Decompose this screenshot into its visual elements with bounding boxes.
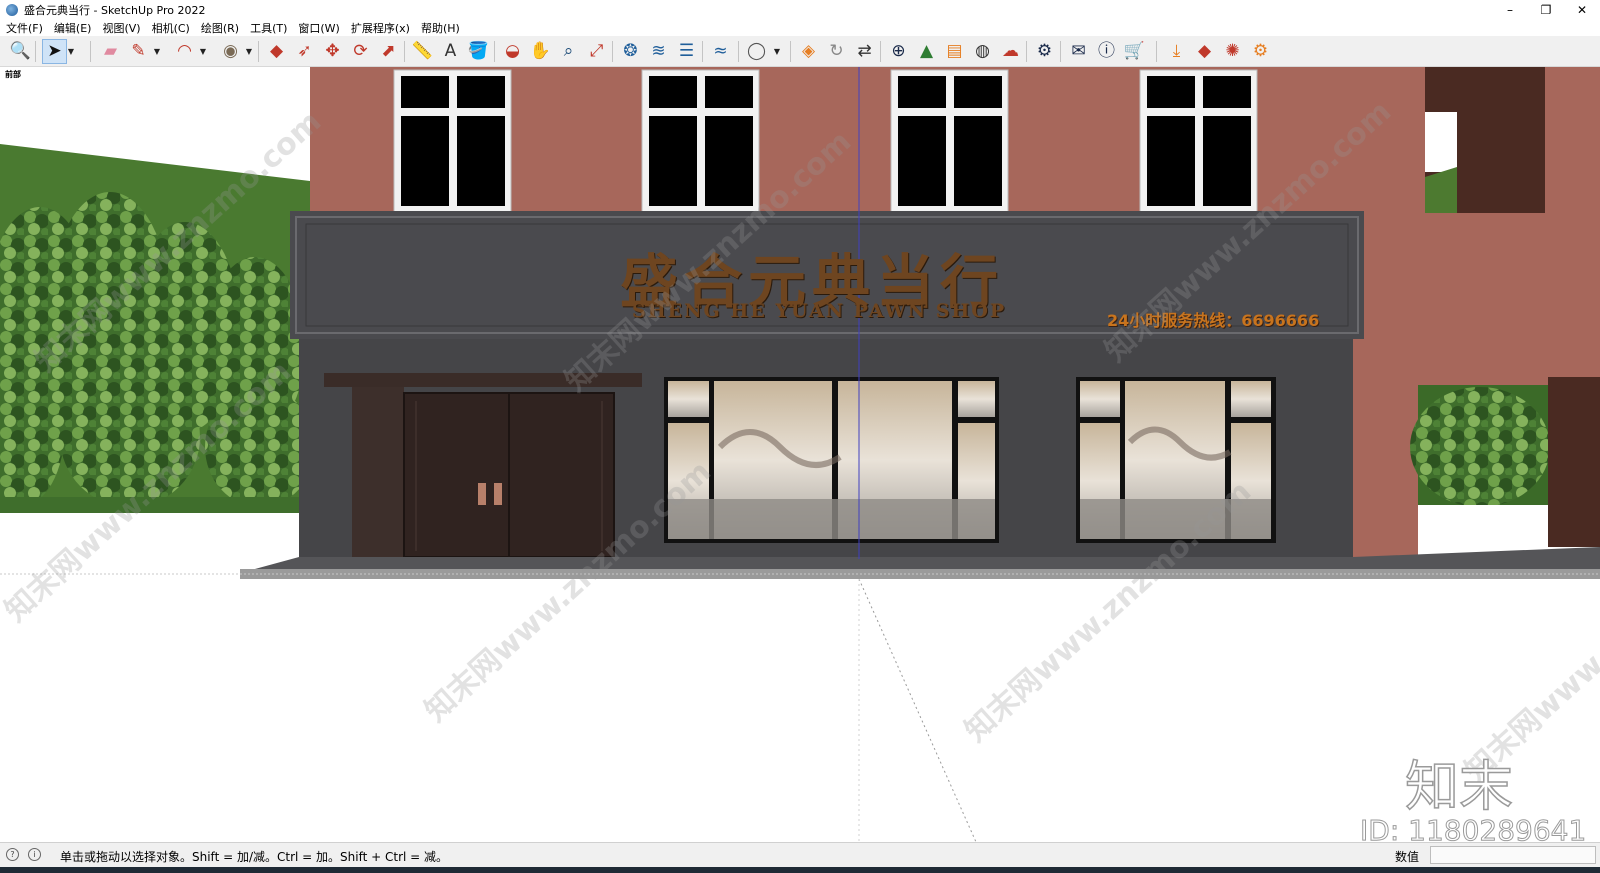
toolbar-separator (494, 41, 495, 62)
select-icon[interactable]: ➤ (42, 39, 67, 64)
sketchup-app-icon (6, 3, 18, 16)
eraser-icon[interactable]: ▰ (98, 39, 123, 64)
info-icon[interactable]: ⓘ (1094, 39, 1119, 64)
menu-camera[interactable]: 相机(C) (152, 20, 190, 36)
toolbar-separator (612, 41, 613, 62)
close-button[interactable]: ✕ (1564, 0, 1600, 19)
display-window-left (664, 377, 999, 543)
menu-file[interactable]: 文件(F) (6, 20, 43, 36)
menu-extensions[interactable]: 扩展程序(x) (351, 20, 410, 36)
pencil-icon[interactable]: ✎ (126, 39, 151, 64)
entrance-door (324, 373, 642, 558)
measurements-input[interactable] (1430, 846, 1596, 864)
menu-tools[interactable]: 工具(T) (250, 20, 287, 36)
restore-button[interactable]: ❐ (1528, 0, 1564, 19)
toolbar-separator (738, 41, 739, 62)
scene-tab-label[interactable]: 前部 (5, 69, 21, 80)
download-icon[interactable]: ⤓ (1164, 39, 1189, 64)
toolbar-separator (258, 41, 259, 62)
toolbar-separator (1156, 41, 1157, 62)
chevron-down-icon[interactable]: ▼ (244, 39, 254, 64)
window-controls: – ❐ ✕ (1492, 0, 1600, 19)
zoom-extents-icon[interactable]: ⤢ (584, 39, 609, 64)
rotate-icon[interactable]: ⟳ (348, 39, 373, 64)
gear-icon[interactable]: ⚙ (1032, 39, 1057, 64)
toolbar-separator (35, 41, 36, 62)
model-viewport[interactable]: 盛合元典当行 SHENG HE YUAN PAWN SHOP 24小时服务热线：… (0, 67, 1600, 842)
extension-warehouse-icon[interactable]: ◈ (796, 39, 821, 64)
checker-icon[interactable]: ◍ (970, 39, 995, 64)
minimize-button[interactable]: – (1492, 0, 1528, 19)
push-pull-icon[interactable]: ◆ (264, 39, 289, 64)
znzmo-logo: 知末 (1404, 754, 1514, 819)
display-window-right (1076, 377, 1276, 543)
tape-measure-icon[interactable]: 📏 (410, 39, 435, 64)
bookshelf-icon[interactable]: ▤ (942, 39, 967, 64)
status-bar: ? i 单击或拖动以选择对象。Shift = 加/减。Ctrl = 加。Shif… (0, 842, 1600, 867)
pan-icon[interactable]: ✋ (528, 39, 553, 64)
user-icon[interactable]: ◯ (744, 39, 769, 64)
title-bar: 盛合元典当行 - SketchUp Pro 2022 – ❐ ✕ (0, 0, 1600, 19)
menu-view[interactable]: 视图(V) (102, 20, 140, 36)
paint-bucket-icon[interactable]: 🪣 (466, 39, 491, 64)
chevron-down-icon[interactable]: ▼ (198, 39, 208, 64)
toolbar-separator (702, 41, 703, 62)
toolbar-separator (1060, 41, 1061, 62)
cart-icon[interactable]: 🛒 (1122, 39, 1147, 64)
follow-me-icon[interactable]: ➶ (292, 39, 317, 64)
zoom-window-icon[interactable]: 🔍 (8, 39, 33, 64)
scale-icon[interactable]: ⬈ (376, 39, 401, 64)
window-title: 盛合元典当行 - SketchUp Pro 2022 (24, 3, 206, 17)
chevron-down-icon[interactable]: ▼ (152, 39, 162, 64)
refresh-icon[interactable]: ↻ (824, 39, 849, 64)
menu-help[interactable]: 帮助(H) (421, 20, 460, 36)
menu-edit[interactable]: 编辑(E) (54, 20, 92, 36)
toolbar-separator (404, 41, 405, 62)
geo-location-icon[interactable]: ? (6, 848, 19, 861)
taskbar-strip (0, 867, 1600, 873)
sign-english-text: SHENG HE YUAN PAWN SHOP (632, 300, 1007, 322)
zoom-icon[interactable]: ⌕ (556, 39, 581, 64)
add-icon[interactable]: ⊕ (886, 39, 911, 64)
move-icon[interactable]: ✥ (320, 39, 345, 64)
sandbox-icon[interactable]: ≈ (708, 39, 733, 64)
toolbar-separator (1026, 41, 1027, 62)
menu-bar: 文件(F) 编辑(E) 视图(V) 相机(C) 绘图(R) 工具(T) 窗口(W… (0, 19, 1600, 36)
status-hint: 单击或拖动以选择对象。Shift = 加/减。Ctrl = 加。Shift + … (60, 850, 449, 864)
menu-window[interactable]: 窗口(W) (298, 20, 339, 36)
toolbar-separator (90, 41, 91, 62)
mail-icon[interactable]: ✉ (1066, 39, 1091, 64)
gear-orange-icon[interactable]: ⚙ (1248, 39, 1273, 64)
hotline-text: 24小时服务热线：6696666 (1107, 311, 1320, 330)
flame-icon[interactable]: ✺ (1220, 39, 1245, 64)
chevron-down-icon[interactable]: ▼ (772, 39, 782, 64)
layers-icon[interactable]: ≋ (646, 39, 671, 64)
arc-icon[interactable]: ◠ (172, 39, 197, 64)
toolbar-separator (790, 41, 791, 62)
chevron-down-icon[interactable]: ▼ (66, 39, 76, 64)
component-icon[interactable]: ❂ (618, 39, 643, 64)
menu-draw[interactable]: 绘图(R) (201, 20, 239, 36)
text-icon[interactable]: A (438, 39, 463, 64)
green-axis (858, 578, 977, 842)
measurements-label: 数值 (1395, 850, 1420, 864)
gem-icon[interactable]: ◆ (1192, 39, 1217, 64)
tree-icon[interactable]: ▲ (914, 39, 939, 64)
toolbar-separator (880, 41, 881, 62)
main-toolbar: 🔍 ➤ ▰ ✎ ◠ ◉ ◆ ➶ ✥ ⟳ ⬈ 📏 A 🪣 ◒ ✋ ⌕ ⤢ ❂ ≋ ☰ ≈ ◯ ◈ ↻ ⇄ ⊕ ▲ ▤ ◍ ☁ ⚙ ✉ ⓘ 🛒 ⤓ ◆ ✺ ⚙ ▼… (0, 36, 1600, 67)
scene-render (0, 67, 1600, 842)
orbit-icon[interactable]: ◒ (500, 39, 525, 64)
credits-icon[interactable]: i (28, 848, 41, 861)
stack-icon[interactable]: ☰ (674, 39, 699, 64)
shape-icon[interactable]: ◉ (218, 39, 243, 64)
cloud-upload-icon[interactable]: ☁ (998, 39, 1023, 64)
scenes-icon[interactable]: ⇄ (852, 39, 877, 64)
